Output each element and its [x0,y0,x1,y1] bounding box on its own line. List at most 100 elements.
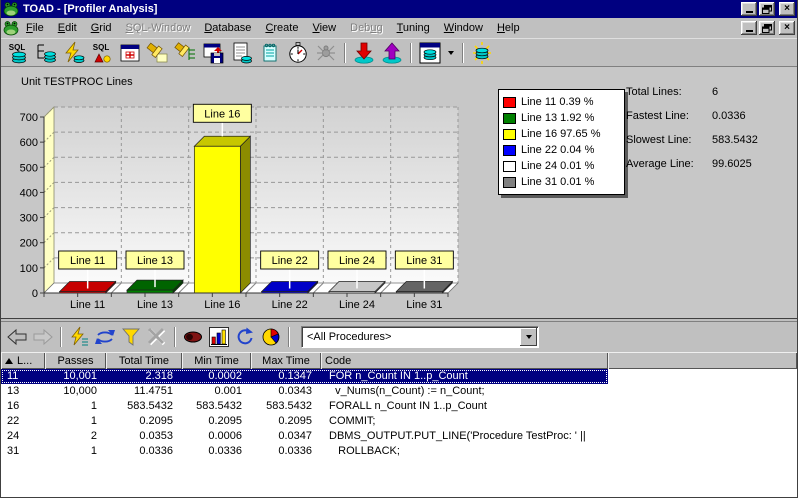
menu-window[interactable]: Window [437,20,490,36]
object-search-icon[interactable] [145,41,171,65]
menu-database[interactable]: Database [197,20,258,36]
svg-text:SQL: SQL [9,43,26,52]
menu-bar: FileEditGridSQL-WindowDatabaseCreateView… [1,18,797,38]
menu-grid[interactable]: Grid [84,20,119,36]
session-dropdown-icon[interactable] [445,42,457,64]
legend-item: Line 16 97.65 % [503,126,620,142]
table-cell: 0.0347 [251,429,321,444]
table-row[interactable]: 2420.03530.00060.0347DBMS_OUTPUT.PUT_LIN… [1,429,608,444]
menu-tuning[interactable]: Tuning [390,20,437,36]
table-row[interactable]: 1110,0012.3180.00020.1347FOR n_Count IN … [1,369,608,384]
report-icon[interactable] [229,41,255,65]
procedures-combobox[interactable]: <All Procedures> [301,326,539,348]
stat-value: 0.0336 [712,110,758,122]
minimize-button[interactable] [741,2,757,16]
forward-arrow-icon [31,326,55,348]
column-header-total-time[interactable]: Total Time [106,352,182,369]
eye-icon[interactable] [181,326,205,348]
menu-view[interactable]: View [305,20,343,36]
svg-text:Line 22: Line 22 [272,299,308,311]
commit-icon[interactable] [351,41,377,65]
dba-window-icon[interactable] [117,41,143,65]
legend-item: Line 22 0.04 % [503,142,620,158]
column-header-l-[interactable]: L... [1,352,45,369]
svg-text:Line 31: Line 31 [406,255,442,267]
rollback-icon[interactable] [379,41,405,65]
pie-chart-icon[interactable] [259,326,283,348]
child-restore-button[interactable] [759,21,775,35]
stat-value: 6 [712,86,758,98]
legend-item: Line 11 0.39 % [503,94,620,110]
svg-text:Line 11: Line 11 [70,255,105,267]
menu-sql-window[interactable]: SQL-Window [119,20,198,36]
save-window-icon[interactable] [201,41,227,65]
session-window-icon[interactable] [417,41,443,65]
svg-text:0: 0 [32,288,38,300]
child-close-button[interactable]: × [779,21,795,35]
sql-modeler-icon[interactable]: SQL [89,41,115,65]
schema-browser-icon[interactable] [33,41,59,65]
table-cell: 0.0353 [106,429,182,444]
menu-create[interactable]: Create [258,20,305,36]
column-header-min-time[interactable]: Min Time [182,352,251,369]
table-row[interactable]: 2210.20950.20950.2095COMMIT; [1,414,608,429]
svg-text:400: 400 [20,187,38,199]
table-cell: ROLLBACK; [321,444,608,459]
profiler-chart-svg[interactable]: 0100200300400500600700Line 11Line 13Line… [1,67,493,319]
menu-debug[interactable]: Debug [343,20,389,36]
stopwatch-icon[interactable] [285,41,311,65]
menu-file[interactable]: File [19,20,51,36]
bar-chart-icon[interactable] [207,326,231,348]
column-header-filler [608,352,797,369]
svg-text:700: 700 [20,112,38,124]
table-cell: 22 [1,414,45,429]
close-button[interactable]: × [779,2,795,16]
column-header-passes[interactable]: Passes [45,352,106,369]
table-cell: 0.001 [182,384,251,399]
table-body: 1110,0012.3180.00020.1347FOR n_Count IN … [1,369,797,497]
back-arrow-icon[interactable] [5,326,29,348]
menu-help[interactable]: Help [490,20,527,36]
table-cell: v_Nums(n_Count) := n_Count; [321,384,608,399]
table-cell: 1 [45,399,106,414]
menu-edit[interactable]: Edit [51,20,84,36]
execute-lightning-icon[interactable] [61,41,87,65]
column-header-code[interactable]: Code [321,352,608,369]
svg-text:600: 600 [20,137,38,149]
clear-filter-icon [145,326,169,348]
legend-item: Line 24 0.01 % [503,158,620,174]
table-cell: 0.2095 [251,414,321,429]
child-window-icon[interactable] [3,20,19,36]
table-row[interactable]: 161583.5432583.5432583.5432FORALL n_Coun… [1,399,608,414]
refresh-icon[interactable] [93,326,117,348]
svg-text:Line 13: Line 13 [137,299,173,311]
sql-editor-icon[interactable]: SQL [5,41,31,65]
table-cell: 31 [1,444,45,459]
table-cell: 10,001 [45,369,106,384]
restore-button[interactable] [759,2,775,16]
table-cell: COMMIT; [321,414,608,429]
legend-label: Line 22 0.04 % [521,144,594,156]
legend-swatch [503,97,516,108]
cycle-chart-icon[interactable] [233,326,257,348]
table-row[interactable]: 1310,00011.47510.0010.0343 v_Nums(n_Coun… [1,384,608,399]
notepad-icon[interactable] [257,41,283,65]
table-cell: 0.0006 [182,429,251,444]
run-profile-icon[interactable] [67,326,91,348]
svg-text:200: 200 [20,238,38,250]
new-connection-icon[interactable] [469,41,495,65]
svg-text:SQL: SQL [93,43,110,52]
table-cell: 0.0336 [106,444,182,459]
stat-label: Fastest Line: [626,110,712,122]
main-toolbar: SQL SQL [1,38,797,66]
child-minimize-button[interactable] [741,21,757,35]
legend-label: Line 11 0.39 % [521,96,594,108]
schema-search-icon[interactable] [173,41,199,65]
column-header-max-time[interactable]: Max Time [251,352,321,369]
filter-icon[interactable] [119,326,143,348]
table-row[interactable]: 3110.03360.03360.0336 ROLLBACK; [1,444,608,459]
title-bar[interactable]: TOAD - [Profiler Analysis] × [1,0,797,18]
stat-value: 99.6025 [712,158,758,170]
svg-text:Line 31: Line 31 [406,299,442,311]
combo-dropdown-icon[interactable] [520,328,537,346]
